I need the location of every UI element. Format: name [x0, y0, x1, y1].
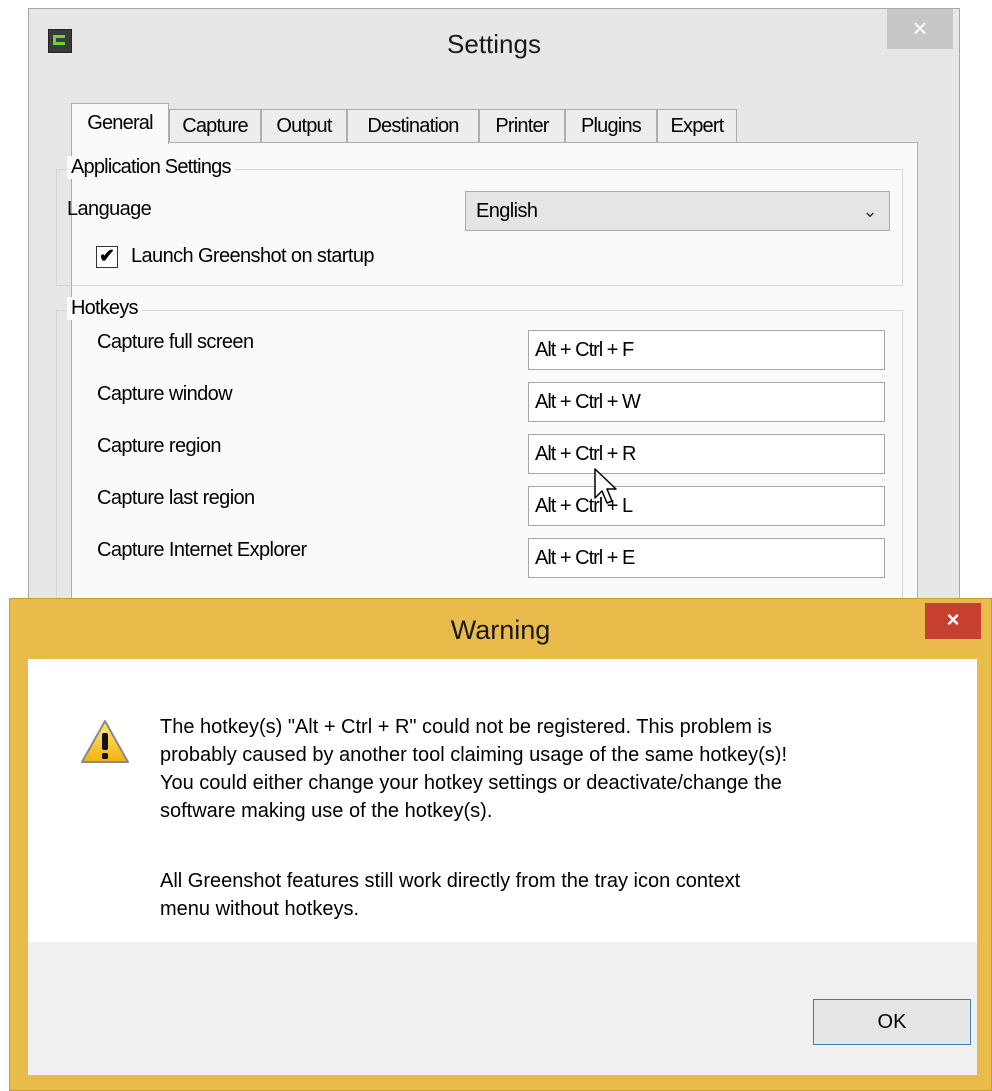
hotkey-label-full-screen: Capture full screen	[97, 331, 254, 353]
settings-title: Settings	[447, 29, 541, 59]
hotkey-input-last-region[interactable]: Alt + Ctrl + L	[528, 486, 885, 526]
tab-capture[interactable]: Capture	[169, 109, 261, 143]
warning-message-area: The hotkey(s) "Alt + Ctrl + R" could not…	[28, 659, 977, 942]
hotkey-input-window[interactable]: Alt + Ctrl + W	[528, 382, 885, 422]
tab-destination[interactable]: Destination	[347, 109, 479, 143]
language-label: Language	[67, 198, 152, 220]
tab-printer[interactable]: Printer	[479, 109, 565, 143]
warning-message-line-3: You could either change your hotkey sett…	[160, 772, 782, 794]
hotkey-input-internet-explorer[interactable]: Alt + Ctrl + E	[528, 538, 885, 578]
warning-message-line-1: The hotkey(s) "Alt + Ctrl + R" could not…	[160, 716, 772, 738]
settings-close-button[interactable]: ×	[887, 9, 953, 49]
hotkey-label-last-region: Capture last region	[97, 487, 255, 509]
launch-on-startup-checkbox[interactable]: ✔	[96, 246, 118, 268]
chevron-down-icon: ⌄	[862, 201, 878, 221]
hotkeys-legend: Hotkeys	[67, 297, 142, 320]
language-select[interactable]: English ⌄	[465, 191, 890, 231]
language-value: English	[476, 200, 538, 222]
background-edge	[0, 0, 28, 600]
tab-general[interactable]: General	[71, 103, 169, 144]
tab-output[interactable]: Output	[261, 109, 347, 143]
ok-button[interactable]: OK	[813, 999, 971, 1045]
warning-note-line-1: All Greenshot features still work direct…	[160, 870, 741, 892]
warning-message-line-2: probably caused by another tool claiming…	[160, 744, 788, 766]
warning-note-line-2: menu without hotkeys.	[160, 898, 359, 920]
warning-message-line-4: software making use of the hotkey(s).	[160, 800, 493, 822]
hotkey-input-region[interactable]: Alt + Ctrl + R	[528, 434, 885, 474]
tab-plugins[interactable]: Plugins	[565, 109, 657, 143]
application-settings-legend: Application Settings	[67, 156, 235, 179]
launch-on-startup-label: Launch Greenshot on startup	[131, 245, 374, 267]
hotkey-label-region: Capture region	[97, 435, 222, 457]
hotkey-label-window: Capture window	[97, 383, 233, 405]
mouse-pointer-icon	[594, 468, 617, 504]
warning-close-button[interactable]: ×	[925, 603, 981, 639]
tab-expert[interactable]: Expert	[657, 109, 737, 143]
hotkey-label-internet-explorer: Capture Internet Explorer	[97, 539, 307, 561]
hotkey-input-full-screen[interactable]: Alt + Ctrl + F	[528, 330, 885, 370]
warning-title: Warning	[450, 615, 551, 645]
settings-titlebar[interactable]: Settings ×	[29, 9, 959, 79]
warning-dialog: Warning × The hotkey(s) "Alt + Ctrl + R"…	[9, 598, 992, 1091]
warning-button-bar: OK	[28, 942, 977, 1075]
warning-triangle-icon	[81, 720, 129, 763]
